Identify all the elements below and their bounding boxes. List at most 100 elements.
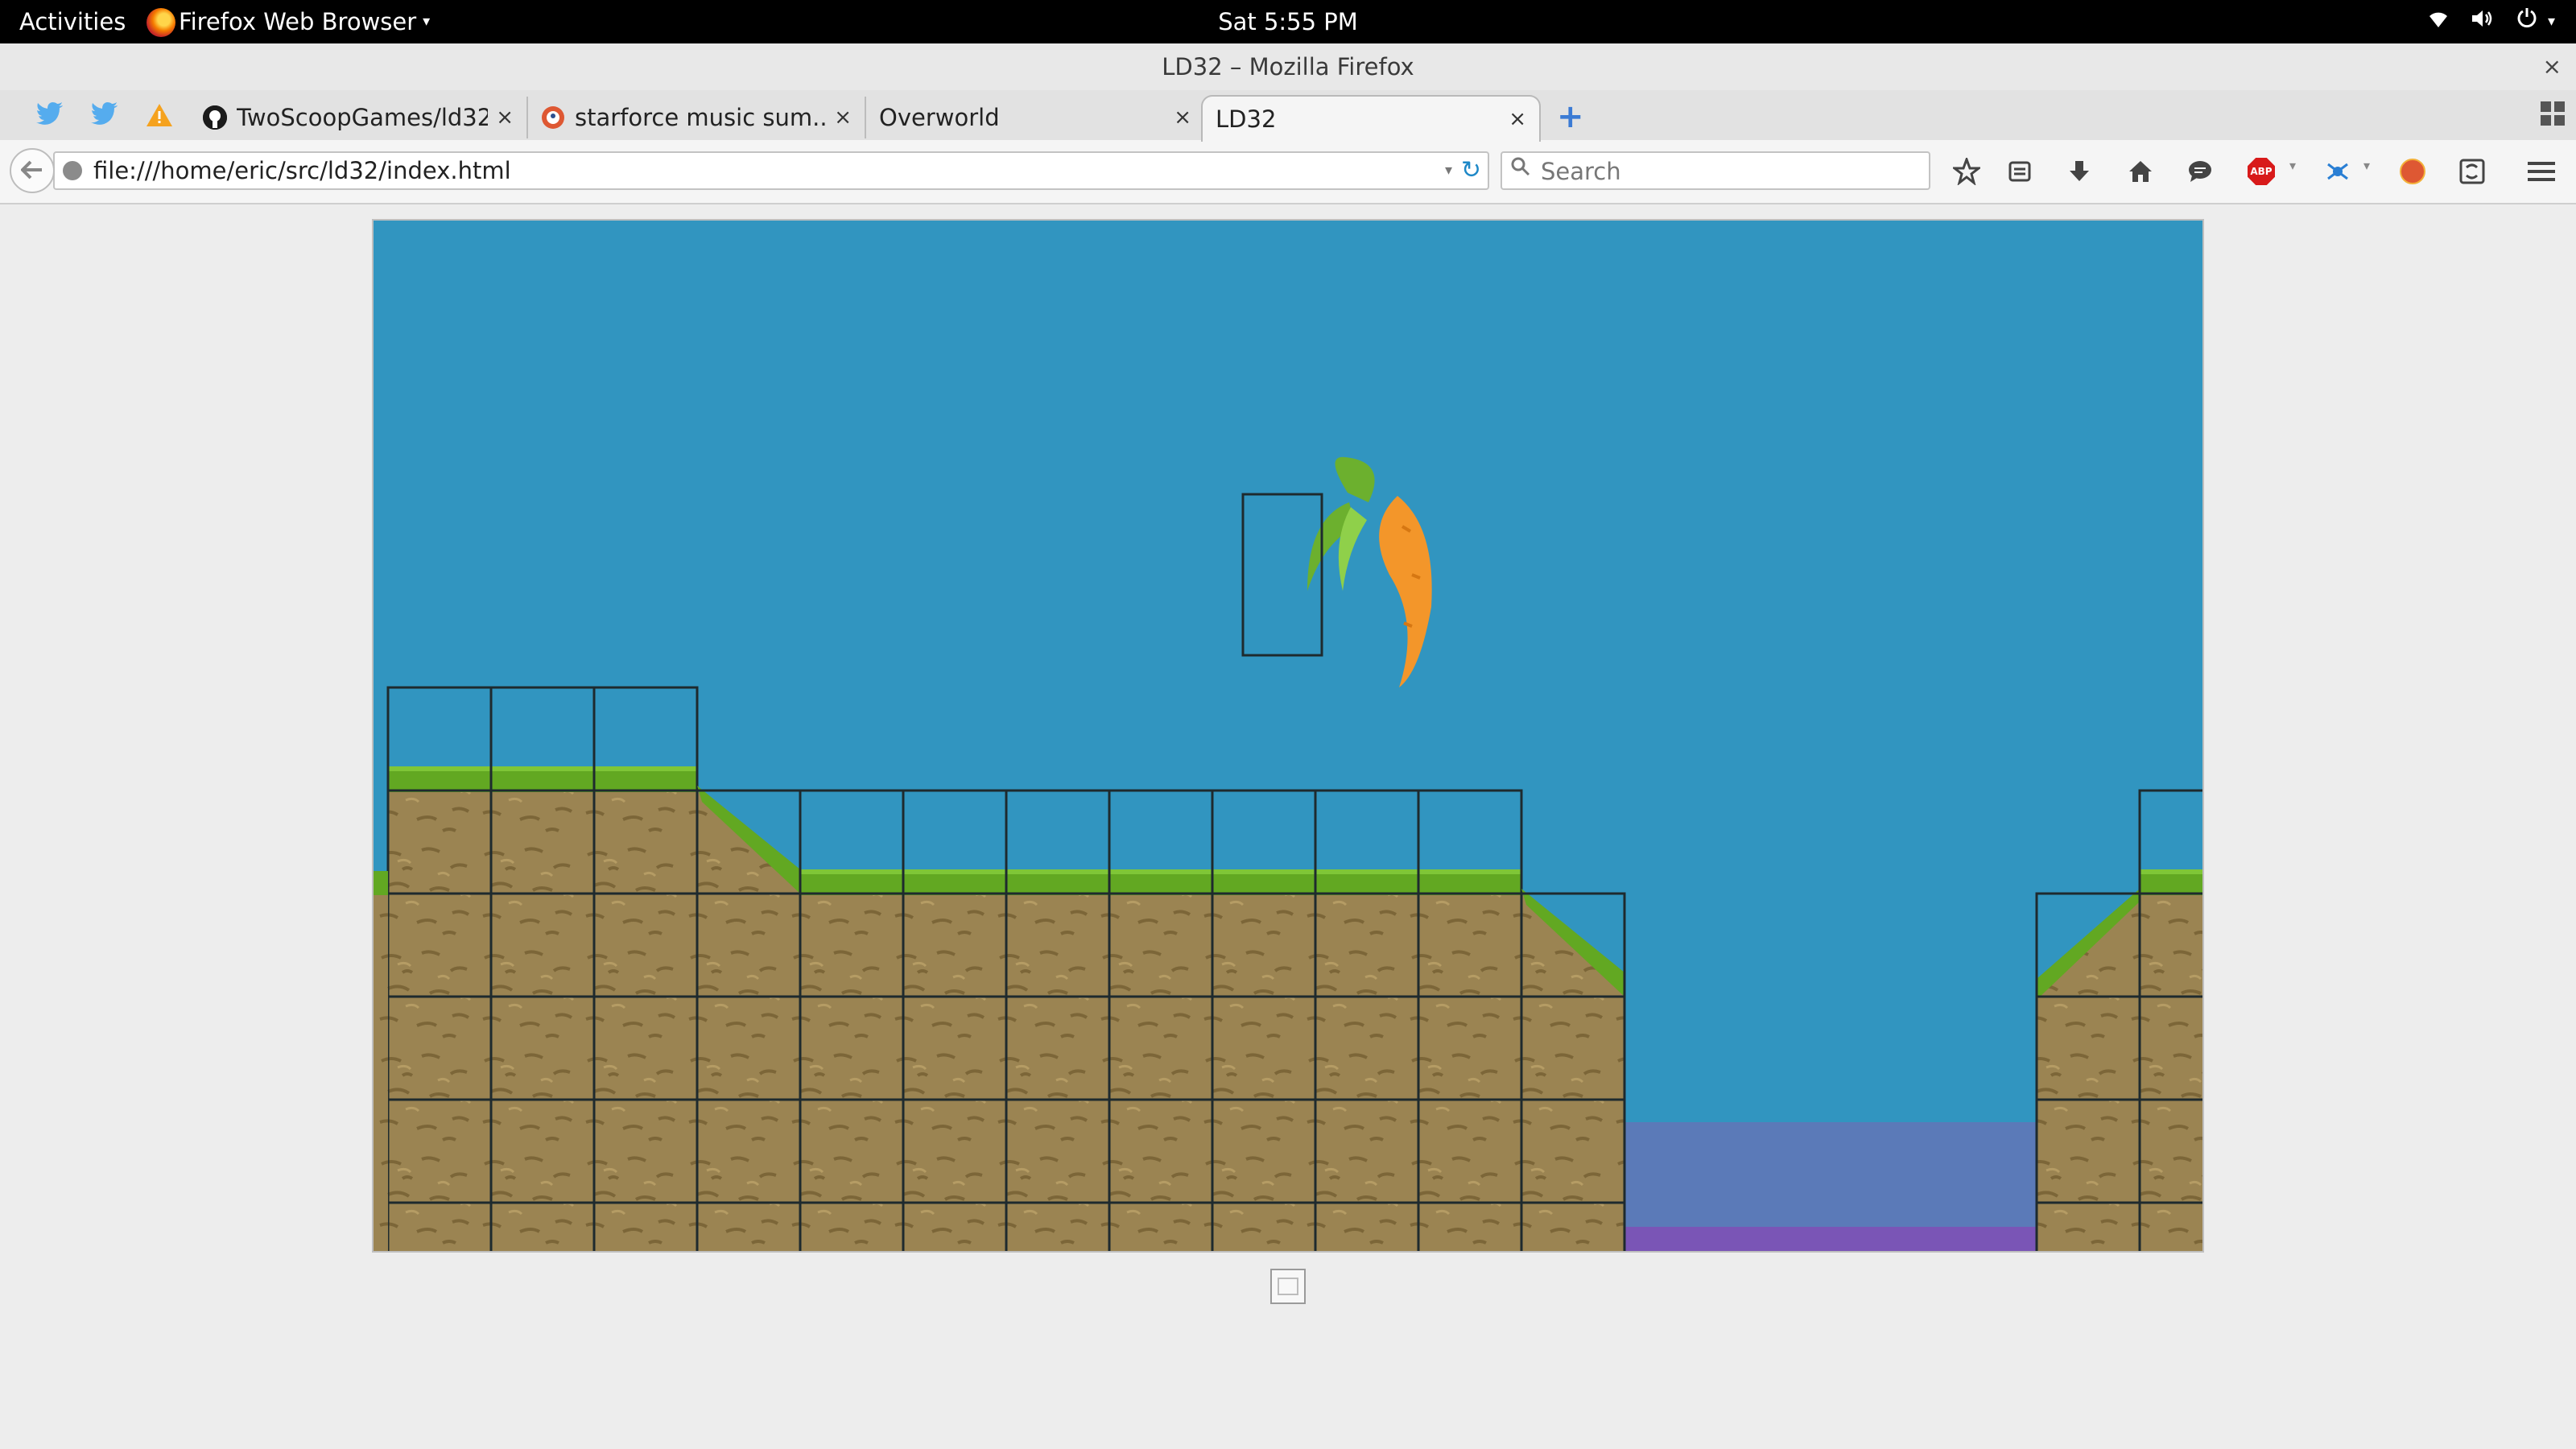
adblock-plus-icon[interactable]: ABP — [2241, 151, 2281, 192]
window-close-button[interactable]: × — [2543, 43, 2562, 90]
grass-highlight — [903, 869, 1006, 874]
tab-twoscoopgames-ld32[interactable]: TwoScoopGames/ld32 × — [190, 97, 528, 138]
power-icon — [2516, 0, 2538, 43]
pinned-tab-warning[interactable] — [138, 97, 180, 137]
grass-strip — [491, 768, 594, 792]
volume-icon — [2471, 0, 2495, 43]
hamburger-menu-icon[interactable] — [2521, 151, 2562, 192]
dirt-tile — [594, 791, 697, 1251]
grass-strip — [1315, 871, 1418, 895]
window-title: LD32 – Mozilla Firefox — [1162, 53, 1414, 80]
site-identity-icon[interactable] — [63, 161, 82, 180]
dirt-tile — [2140, 894, 2202, 1251]
home-icon[interactable] — [2120, 151, 2161, 192]
back-button[interactable] — [10, 148, 55, 193]
activities-button[interactable]: Activities — [19, 0, 126, 43]
tab-close-icon[interactable]: × — [496, 105, 514, 130]
app-menu-label: Firefox Web Browser — [179, 8, 417, 35]
screenshot-icon[interactable] — [2452, 151, 2492, 192]
tile-layer — [374, 456, 2202, 1251]
dirt-tile — [697, 894, 800, 1251]
duckduckgo-icon — [541, 105, 565, 130]
tab-groups-icon[interactable] — [2541, 101, 2565, 126]
url-text[interactable]: file:///home/eric/src/ld32/index.html — [93, 153, 511, 188]
broken-image-icon — [1270, 1269, 1306, 1304]
grass-highlight — [1212, 869, 1315, 874]
dirt-tile — [388, 791, 491, 1251]
dirt-tile — [1315, 894, 1418, 1251]
tab-ld32[interactable]: LD32 × — [1201, 95, 1541, 142]
dirt-tile — [800, 894, 903, 1251]
chevron-down-icon[interactable]: ▾ — [2289, 158, 2296, 173]
reload-icon[interactable]: ↻ — [1461, 153, 1481, 188]
search-bar[interactable] — [1501, 151, 1930, 190]
wifi-icon — [2427, 0, 2450, 43]
grass-highlight — [1315, 869, 1418, 874]
tab-label: TwoScoopGames/ld32 — [237, 104, 489, 131]
tab-starforce-music[interactable]: starforce music sum... × — [528, 97, 866, 138]
game-scene — [374, 456, 2202, 1251]
chevron-down-icon[interactable]: ▾ — [1445, 153, 1452, 188]
duckduckgo-icon[interactable] — [2392, 151, 2433, 192]
grass-strip — [388, 768, 491, 792]
grass-strip — [1212, 871, 1315, 895]
grass-strip — [1109, 871, 1212, 895]
bookmark-star-icon[interactable] — [1946, 151, 1987, 192]
new-tab-button[interactable]: + — [1557, 98, 1584, 135]
chevron-down-icon: ▾ — [2547, 13, 2555, 30]
twitter-icon — [36, 102, 64, 131]
download-icon[interactable] — [2059, 151, 2099, 192]
dirt-tile — [1418, 894, 1521, 1251]
dirt-tile — [1006, 894, 1109, 1251]
app-menu[interactable]: Firefox Web Browser ▾ — [147, 0, 430, 43]
grass-highlight — [1418, 869, 1521, 874]
grass-strip — [2140, 871, 2202, 895]
dirt-tile — [903, 894, 1006, 1251]
tab-close-icon[interactable]: × — [834, 105, 852, 130]
grass-highlight — [800, 869, 903, 874]
dirt-tile — [2037, 997, 2140, 1251]
search-input[interactable] — [1539, 155, 1921, 188]
grass-highlight — [491, 766, 594, 771]
tab-close-icon[interactable]: × — [1509, 107, 1526, 131]
grass-highlight — [2140, 869, 2202, 874]
chevron-down-icon[interactable]: ▾ — [2363, 158, 2370, 173]
grass-highlight — [594, 766, 697, 771]
grass-strip — [594, 768, 697, 792]
reading-list-icon[interactable] — [2000, 151, 2040, 192]
search-icon — [1510, 153, 1531, 188]
tab-close-icon[interactable]: × — [1174, 105, 1191, 130]
window-titlebar: LD32 – Mozilla Firefox × — [0, 43, 2576, 91]
firefox-icon — [147, 8, 175, 37]
game-canvas[interactable] — [372, 219, 2204, 1253]
warning-icon — [146, 103, 173, 130]
grass-strip — [1418, 871, 1521, 895]
dirt-tile — [1521, 997, 1624, 1251]
dirt-tile — [1212, 894, 1315, 1251]
github-icon — [203, 105, 227, 130]
pinned-tab-twitter[interactable] — [29, 97, 71, 137]
gnome-top-bar: Activities Firefox Web Browser ▾ Sat 5:5… — [0, 0, 2576, 43]
chat-icon[interactable] — [2180, 151, 2220, 192]
chevron-down-icon: ▾ — [423, 13, 431, 30]
clock[interactable]: Sat 5:55 PM — [1218, 0, 1358, 43]
url-bar[interactable]: file:///home/eric/src/ld32/index.html ▾ … — [53, 151, 1489, 190]
tab-label: Overworld — [879, 104, 1000, 131]
pinned-tab-twitter-2[interactable] — [84, 97, 126, 137]
plus-icon: + — [1557, 98, 1584, 135]
water-bottom — [1624, 1227, 2037, 1251]
tab-label: LD32 — [1216, 105, 1277, 133]
carrot-leaf — [1335, 456, 1375, 502]
tab-overworld[interactable]: Overworld × — [866, 97, 1204, 138]
dirt-tile — [491, 791, 594, 1251]
grass-highlight — [388, 766, 491, 771]
tab-label: starforce music sum... — [575, 104, 827, 131]
extension-icon[interactable] — [2318, 151, 2359, 192]
grass-strip — [800, 871, 903, 895]
system-status-area[interactable]: ▾ — [2427, 0, 2555, 43]
grass-highlight — [1109, 869, 1212, 874]
grass-strip — [903, 871, 1006, 895]
tab-strip: TwoScoopGames/ld32 × starforce music sum… — [0, 90, 2576, 142]
dirt-tile — [374, 894, 388, 1251]
dirt-tile — [1109, 894, 1212, 1251]
